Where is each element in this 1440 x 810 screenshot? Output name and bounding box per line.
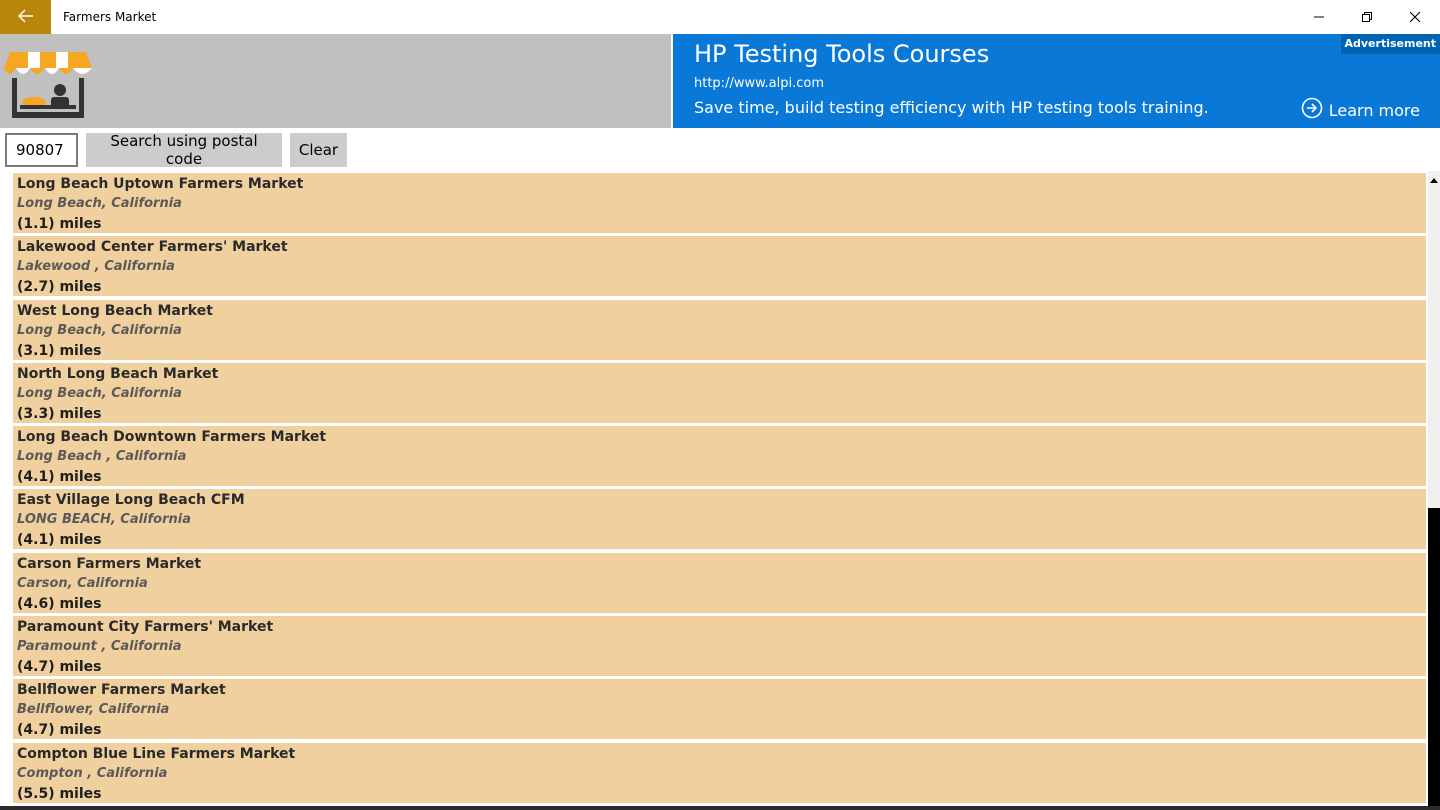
market-stall-logo — [2, 50, 94, 120]
ad-url[interactable]: http://www.alpi.com — [694, 76, 824, 91]
clear-button[interactable]: Clear — [290, 133, 347, 167]
postal-code-input[interactable] — [5, 133, 78, 167]
ad-title: HP Testing Tools Courses — [694, 40, 990, 68]
advertisement-banner[interactable]: Advertisement HP Testing Tools Courses h… — [673, 34, 1440, 128]
market-distance: (3.3) miles — [17, 405, 102, 422]
market-name: East Village Long Beach CFM — [17, 492, 245, 509]
restore-icon — [1361, 8, 1373, 27]
arrow-circle-right-icon — [1301, 97, 1323, 123]
market-location: Bellflower, California — [17, 702, 170, 718]
list-item[interactable]: Bellflower Farmers Market Bellflower, Ca… — [13, 679, 1426, 740]
close-button[interactable] — [1392, 0, 1438, 34]
market-location: Long Beach, California — [17, 196, 182, 211]
market-name: Long Beach Uptown Farmers Market — [17, 176, 304, 192]
list-item[interactable]: Long Beach Uptown Farmers Market Long Be… — [13, 173, 1426, 233]
caret-up-icon — [1430, 168, 1438, 187]
market-location: Lakewood , California — [17, 259, 175, 275]
market-location: Long Beach, California — [17, 385, 182, 401]
scroll-thumb[interactable] — [1428, 508, 1440, 810]
list-item[interactable]: Paramount City Farmers' Market Paramount… — [13, 616, 1426, 677]
learn-more-label: Learn more — [1328, 100, 1420, 120]
market-location: Paramount , California — [17, 639, 182, 655]
market-distance: (4.1) miles — [17, 532, 102, 549]
minimize-button[interactable] — [1296, 0, 1342, 34]
market-distance: (4.1) miles — [17, 469, 102, 486]
market-distance: (2.7) miles — [17, 279, 102, 296]
market-name: Lakewood Center Farmers' Market — [17, 239, 288, 256]
back-button[interactable] — [0, 0, 51, 34]
list-item[interactable]: West Long Beach Market Long Beach, Calif… — [13, 299, 1426, 360]
search-button[interactable]: Search using postal code — [86, 132, 282, 168]
market-distance: (1.1) miles — [17, 216, 102, 232]
learn-more-link[interactable]: Learn more — [1301, 97, 1420, 123]
bottom-border — [0, 806, 1440, 810]
market-distance: (5.5) miles — [17, 785, 102, 802]
minimize-icon — [1313, 8, 1325, 27]
market-name: North Long Beach Market — [17, 365, 219, 382]
market-distance: (4.6) miles — [17, 595, 102, 612]
market-distance: (4.7) miles — [17, 722, 102, 739]
window-title: Farmers Market — [63, 10, 157, 24]
ad-description: Save time, build testing efficiency with… — [694, 98, 1209, 117]
market-location: Long Beach, California — [17, 322, 182, 338]
title-bar: Farmers Market — [0, 0, 1440, 34]
market-distance: (4.7) miles — [17, 659, 102, 676]
list-item[interactable]: Carson Farmers Market Carson, California… — [13, 552, 1426, 613]
market-location: Carson, California — [17, 575, 148, 591]
market-name: West Long Beach Market — [17, 302, 213, 319]
market-location: Long Beach , California — [17, 449, 187, 465]
market-distance: (3.1) miles — [17, 342, 102, 359]
list-item[interactable]: Long Beach Downtown Farmers Market Long … — [13, 426, 1426, 487]
market-location: Compton , California — [17, 765, 168, 781]
market-location: LONG BEACH, California — [17, 512, 191, 528]
list-item[interactable]: East Village Long Beach CFM LONG BEACH, … — [13, 489, 1426, 550]
back-arrow-icon — [17, 8, 34, 27]
list-scrollbar[interactable] — [1428, 171, 1440, 810]
close-icon — [1409, 8, 1421, 27]
market-name: Carson Farmers Market — [17, 555, 202, 572]
market-name: Compton Blue Line Farmers Market — [17, 745, 296, 762]
list-item[interactable]: North Long Beach Market Long Beach, Cali… — [13, 362, 1426, 423]
market-name: Paramount City Farmers' Market — [17, 619, 274, 636]
scroll-up-button[interactable] — [1428, 171, 1440, 183]
market-name: Bellflower Farmers Market — [17, 682, 226, 699]
restore-button[interactable] — [1344, 0, 1390, 34]
app-header — [0, 34, 671, 128]
market-name: Long Beach Downtown Farmers Market — [17, 429, 327, 446]
list-item[interactable]: Lakewood Center Farmers' Market Lakewood… — [13, 236, 1426, 297]
market-list: Long Beach Uptown Farmers Market Long Be… — [13, 173, 1426, 810]
ad-badge: Advertisement — [1340, 34, 1440, 54]
list-item[interactable]: Compton Blue Line Farmers Market Compton… — [13, 742, 1426, 803]
